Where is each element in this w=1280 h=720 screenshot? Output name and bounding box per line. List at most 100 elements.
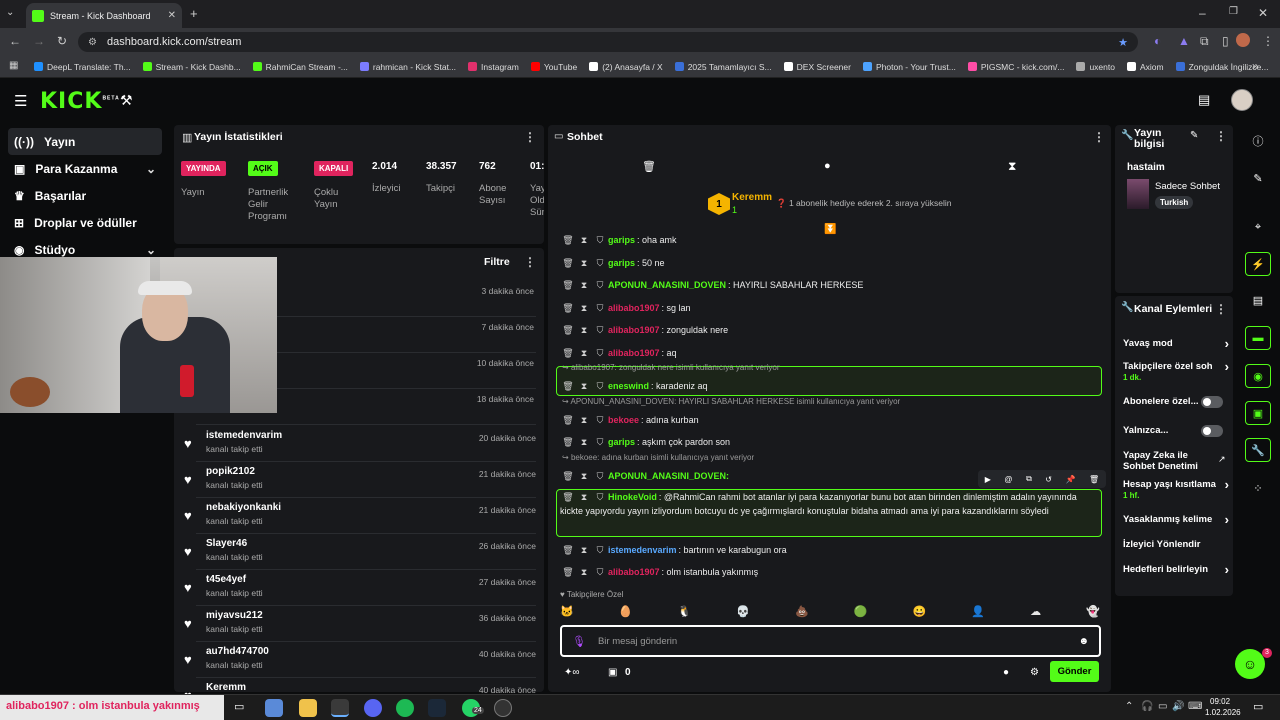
- apps-grid-icon[interactable]: ▦: [9, 60, 18, 71]
- reload-icon[interactable]: ↻: [57, 34, 67, 48]
- subscribers-chat-toggle[interactable]: Abonelere özel...: [1123, 396, 1229, 408]
- chat-username[interactable]: alibabo1907: [608, 303, 660, 313]
- shield-icon[interactable]: ⛉: [592, 258, 608, 269]
- volume-icon[interactable]: 🔊: [1172, 701, 1184, 712]
- shield-icon[interactable]: ⛉: [592, 303, 608, 314]
- wallet-icon[interactable]: ▣: [1245, 401, 1271, 425]
- chat-username[interactable]: HinokeVoid: [608, 492, 657, 502]
- edit-icon[interactable]: ✎: [1245, 166, 1271, 190]
- tray-chevron-icon[interactable]: ⌃: [1125, 701, 1133, 712]
- follow-row[interactable]: ♥ miyavsu212 kanalı takip etti 36 dakika ön…: [184, 606, 536, 641]
- shield-icon[interactable]: ⛉: [592, 348, 608, 359]
- trash-icon[interactable]: 🗑: [560, 280, 576, 291]
- toggle-switch[interactable]: [1201, 396, 1223, 408]
- trash-icon[interactable]: 🗑: [560, 415, 576, 426]
- nodes-icon[interactable]: ⁘: [1245, 476, 1271, 500]
- chat-username[interactable]: eneswind: [608, 381, 649, 391]
- emote-icon[interactable]: 💀: [736, 605, 750, 621]
- lightning-icon[interactable]: ⚡: [1245, 252, 1271, 276]
- emote-icon[interactable]: 🐧: [678, 605, 692, 621]
- hamburger-menu-icon[interactable]: ☰: [14, 92, 27, 110]
- chat-input[interactable]: 🎙 Bir mesaj gönderin ☻: [560, 625, 1101, 657]
- chat-username[interactable]: garips: [608, 235, 635, 245]
- chat-message[interactable]: 🗑 ⧗ ⛉ APONUN_ANASINI_DOVEN: HAYIRLI SABAHLA…: [560, 276, 1100, 294]
- chat-message[interactable]: 🗑 ⧗ ⛉ garips: aşkım çok pardon son: [560, 433, 1100, 451]
- community-icon[interactable]: ✦∞: [564, 667, 580, 678]
- network-icon[interactable]: ▭: [1158, 701, 1167, 712]
- reply-context[interactable]: ↪ APONUN_ANASINI_DOVEN: HAYIRLI SABAHLAR…: [562, 397, 900, 406]
- bookmark-item[interactable]: YouTube: [530, 62, 577, 72]
- emote-icon[interactable]: 😀: [913, 605, 927, 621]
- menu-icon[interactable]: ⋮: [1262, 34, 1274, 48]
- only-toggle[interactable]: Yalnızca...: [1123, 425, 1229, 437]
- timeout-icon[interactable]: ⧗: [576, 415, 592, 426]
- extension-icon[interactable]: ▲: [1178, 34, 1190, 48]
- hammer-icon[interactable]: ⚒: [120, 92, 133, 109]
- task-view-icon[interactable]: ▭: [234, 700, 244, 713]
- chat-icon[interactable]: ●: [824, 160, 831, 172]
- clock-date[interactable]: 1.02.2026: [1205, 708, 1241, 717]
- slow-mode-button[interactable]: Yavaş mod ›: [1123, 337, 1229, 350]
- gift-box-icon[interactable]: ▣: [608, 667, 617, 678]
- follow-row[interactable]: ♥ au7hd474700 kanalı takip etti 40 dakika ö…: [184, 642, 536, 677]
- timeout-icon[interactable]: ⧗: [576, 303, 592, 314]
- follow-row[interactable]: ♥ nebakiyonkanki kanalı takip etti 21 dakik…: [184, 498, 536, 533]
- follow-row[interactable]: ♥ popik2102 kanalı takip etti 21 dakika önc…: [184, 462, 536, 497]
- timeout-icon[interactable]: ⧗: [576, 567, 592, 578]
- chat-message[interactable]: 🗑 ⧗ ⛉ alibabo1907: zonguldak nere: [560, 321, 1100, 339]
- timeout-icon[interactable]: ⧗: [576, 348, 592, 359]
- browser-tab[interactable]: Stream - Kick Dashboard ✕: [26, 3, 182, 28]
- bookmark-item[interactable]: DEX Screener: [783, 62, 851, 72]
- follow-row[interactable]: ♥ Slayer46 kanalı takip etti 26 dakika önce: [184, 534, 536, 569]
- emote-icon[interactable]: 👤: [971, 605, 985, 621]
- trash-icon[interactable]: 🗑: [642, 160, 656, 173]
- copy-icon[interactable]: ⧉: [1026, 474, 1032, 484]
- bookmark-star-icon[interactable]: ★: [1118, 36, 1128, 49]
- obs-icon[interactable]: [494, 699, 512, 717]
- new-tab-icon[interactable]: +: [190, 6, 198, 21]
- banned-words-button[interactable]: Yasaklanmış kelime ›: [1123, 513, 1229, 526]
- trash-icon[interactable]: 🗑: [560, 490, 576, 504]
- gear-icon[interactable]: ⚙: [1030, 667, 1039, 678]
- trash-icon[interactable]: 🗑: [560, 381, 576, 392]
- focus-icon[interactable]: ⌖: [1245, 215, 1271, 239]
- clock-time[interactable]: 09:02: [1210, 697, 1230, 706]
- edit-icon[interactable]: ✎: [1190, 130, 1198, 141]
- sidebar-item-yayin[interactable]: ((·)) Yayın: [8, 128, 162, 155]
- tab-list-icon[interactable]: ⌄: [6, 7, 14, 18]
- back-icon[interactable]: ←: [9, 34, 21, 48]
- ai-moderation-button[interactable]: Yapay Zeka ile Sohbet Denetimi: [1123, 450, 1213, 472]
- shield-icon[interactable]: ⛉: [592, 235, 608, 246]
- trash-icon[interactable]: 🗑: [560, 545, 576, 556]
- chat-message[interactable]: 🗑 ⧗ ⛉ istemedenvarim: bartının ve karabugun…: [560, 541, 1100, 559]
- more-options-icon[interactable]: ⋮: [1215, 129, 1227, 143]
- timeout-icon[interactable]: ⧗: [576, 280, 592, 291]
- follow-row[interactable]: ♥ t45e4yef kanalı takip etti 27 dakika önce: [184, 570, 536, 605]
- discord-icon[interactable]: [364, 699, 382, 717]
- more-options-icon[interactable]: ⋮: [524, 255, 536, 269]
- forward-icon[interactable]: →: [33, 34, 45, 48]
- shield-icon[interactable]: ⛉: [592, 567, 608, 578]
- delete-icon[interactable]: 🗑: [1089, 475, 1099, 484]
- chat-message[interactable]: 🗑 ⧗ ⛉ alibabo1907: aq: [560, 344, 1100, 362]
- account-age-button[interactable]: Hesap yaşı kısıtlama 1 hf. ›: [1123, 478, 1229, 501]
- bookmark-item[interactable]: Stream - Kick Dashb...: [142, 62, 241, 72]
- timeout-icon[interactable]: ⧗: [576, 325, 592, 336]
- shield-icon[interactable]: ⛉: [592, 381, 608, 392]
- send-button[interactable]: Gönder: [1050, 661, 1099, 682]
- chat-username[interactable]: istemedenvarim: [608, 545, 677, 555]
- address-bar[interactable]: ⚙ dashboard.kick.com/stream ★: [78, 32, 1138, 52]
- keyboard-icon[interactable]: ⌨: [1188, 701, 1202, 712]
- shield-icon[interactable]: ⛉: [592, 437, 608, 448]
- steam-icon[interactable]: [428, 699, 446, 717]
- mention-icon[interactable]: @: [1004, 475, 1012, 484]
- more-options-icon[interactable]: ⋮: [524, 130, 536, 144]
- sidebar-item-basarilar[interactable]: ♛ Başarılar: [0, 182, 170, 209]
- chat-message[interactable]: 🗑 ⧗ ⛉ eneswind: karadeniz aq: [560, 377, 1100, 395]
- undo-icon[interactable]: ↺: [1045, 475, 1052, 484]
- shield-icon[interactable]: ⛉: [592, 325, 608, 336]
- shield-icon[interactable]: ⛉: [592, 280, 608, 291]
- site-info-icon[interactable]: ⚙: [88, 37, 97, 48]
- shield-icon[interactable]: ⛉: [592, 415, 608, 426]
- sidebar-item-para-kazanma[interactable]: ▣ Para Kazanma ⌄: [0, 155, 170, 182]
